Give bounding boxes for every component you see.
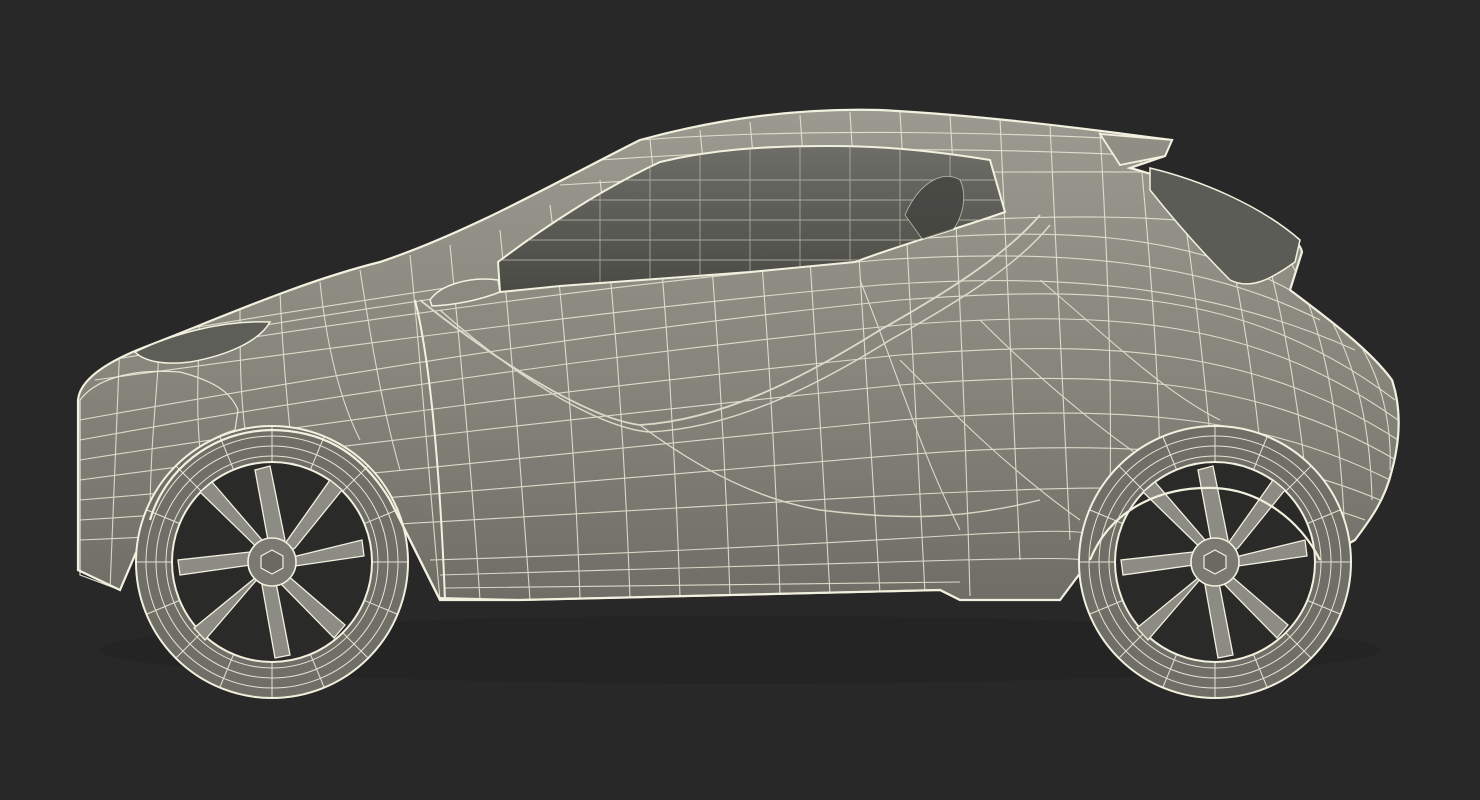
- rear-hub-nut: [1203, 549, 1227, 575]
- front-wheel: [135, 425, 409, 699]
- front-hub-nut: [260, 549, 284, 575]
- rear-wheel: [1078, 425, 1352, 699]
- car-wireframe-render: [76, 108, 1400, 699]
- viewport: [0, 0, 1480, 800]
